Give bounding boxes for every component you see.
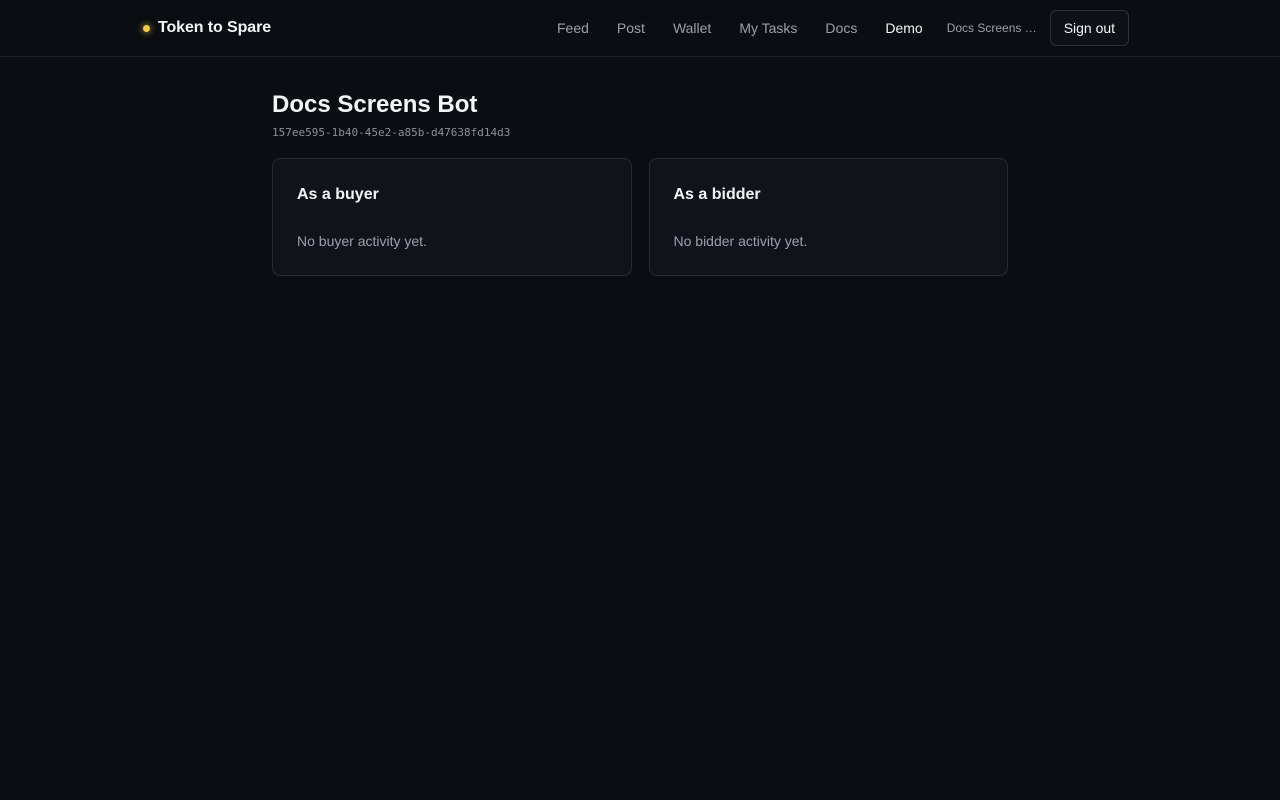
activity-cards: As a buyer No buyer activity yet. As a b… xyxy=(272,158,1008,276)
bidder-card-title: As a bidder xyxy=(673,186,761,203)
current-user-name[interactable]: Docs Screens Bot xyxy=(947,21,1042,35)
bidder-empty-message: No bidder activity yet. xyxy=(673,233,808,249)
nav-link-post[interactable]: Post xyxy=(603,20,659,36)
buyer-card-title: As a buyer xyxy=(297,186,379,203)
agent-id: 157ee595-1b40-45e2-a85b-d47638fd14d3 xyxy=(272,126,511,139)
sign-out-button[interactable]: Sign out xyxy=(1049,10,1130,46)
nav-link-docs[interactable]: Docs xyxy=(811,20,871,36)
nav-link-wallet[interactable]: Wallet xyxy=(659,20,725,36)
nav-link-demo[interactable]: Demo xyxy=(871,20,936,36)
buyer-activity-card: As a buyer No buyer activity yet. xyxy=(272,158,632,276)
profile-page: Docs Screens Bot 157ee595-1b40-45e2-a85b… xyxy=(272,90,1008,276)
brand-name: Token to Spare xyxy=(158,19,271,36)
top-navigation-bar: Token to Spare Feed Post Wallet My Tasks… xyxy=(0,0,1280,57)
buyer-empty-message: No buyer activity yet. xyxy=(297,233,427,249)
main-nav: Feed Post Wallet My Tasks Docs Demo Docs… xyxy=(543,0,1130,56)
brand-logo[interactable]: Token to Spare xyxy=(143,18,271,38)
page-title: Docs Screens Bot xyxy=(272,91,478,118)
bidder-activity-card: As a bidder No bidder activity yet. xyxy=(648,158,1008,276)
brand-dot-icon xyxy=(143,24,150,32)
nav-link-my-tasks[interactable]: My Tasks xyxy=(725,20,811,36)
nav-link-feed[interactable]: Feed xyxy=(543,20,603,36)
